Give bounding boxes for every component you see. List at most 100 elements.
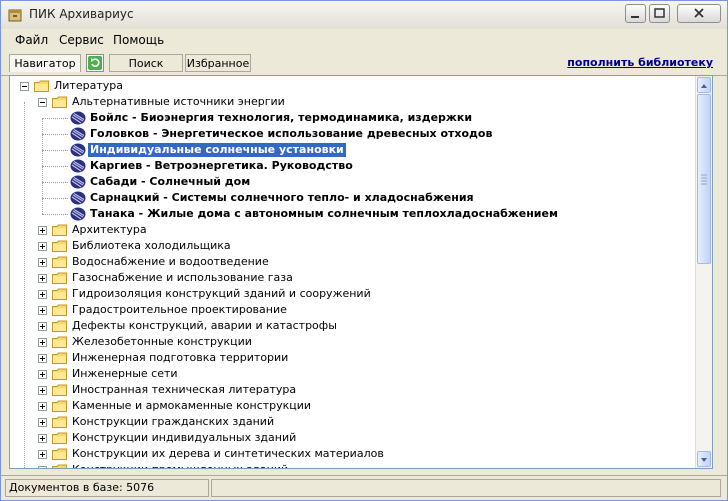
folder-icon <box>52 400 67 412</box>
navigator-tree-panel: Литература Альтернативные источники энерг… <box>9 75 713 469</box>
grip-icon <box>701 174 707 185</box>
folder-icon <box>52 240 67 252</box>
tree-item-label: Водоснабжение и водоотведение <box>72 255 269 268</box>
scroll-down-button[interactable] <box>697 451 711 467</box>
tree-folder-item[interactable]: Водоснабжение и водоотведение <box>10 254 696 270</box>
tree-folder-item[interactable]: Железобетонные конструкции <box>10 334 696 350</box>
tree-folder-item[interactable]: Альтернативные источники энергии <box>10 94 696 110</box>
expand-icon[interactable] <box>38 434 47 443</box>
status-bar: Документов в базе: 5076 <box>1 475 727 500</box>
tree-folder-item[interactable]: Газоснабжение и использование газа <box>10 270 696 286</box>
tree-folder-item[interactable]: Конструкции гражданских зданий <box>10 414 696 430</box>
minimize-button[interactable] <box>625 4 646 23</box>
expand-icon[interactable] <box>38 418 47 427</box>
folder-icon <box>52 320 67 332</box>
folder-icon <box>52 416 67 428</box>
tree-folder-item[interactable]: Конструкции их дерева и синтетических ма… <box>10 446 696 462</box>
tree-folder-item[interactable]: Конструкции индивидуальных зданий <box>10 430 696 446</box>
folder-icon <box>52 304 67 316</box>
tree-item-label: Каргиев - Ветроэнергетика. Руководство <box>90 159 353 172</box>
tree-document-item[interactable]: Головков - Энергетическое использование … <box>10 126 696 142</box>
tree-item-label: Гидроизоляция конструкций зданий и соору… <box>72 287 371 300</box>
menu-service[interactable]: Сервис <box>59 33 104 47</box>
folder-icon <box>52 352 67 364</box>
add-library-link[interactable]: пополнить библиотеку <box>567 56 713 69</box>
refresh-icon <box>88 56 102 70</box>
tree-folder-item[interactable]: Гидроизоляция конструкций зданий и соору… <box>10 286 696 302</box>
expand-icon[interactable] <box>38 370 47 379</box>
expand-icon[interactable] <box>38 274 47 283</box>
tree-item-label: Дефекты конструкций, аварии и катастрофы <box>72 319 337 332</box>
tree-document-item[interactable]: Бойлс - Биоэнергия технология, термодина… <box>10 110 696 126</box>
tree-document-item[interactable]: Сарнацкий - Системы солнечного тепло- и … <box>10 190 696 206</box>
navigator-tree[interactable]: Литература Альтернативные источники энерг… <box>10 76 696 468</box>
app-window: ПИК Архивариус Файл Сервис Помощь Навига… <box>0 0 728 501</box>
tree-document-item[interactable]: Сабади - Солнечный дом <box>10 174 696 190</box>
tree-folder-item[interactable]: Каменные и армокаменные конструкции <box>10 398 696 414</box>
document-book-icon <box>70 175 86 189</box>
tree-folder-item[interactable]: Архитектура <box>10 222 696 238</box>
scroll-up-button[interactable] <box>697 77 711 93</box>
tree-folder-item[interactable]: Дефекты конструкций, аварии и катастрофы <box>10 318 696 334</box>
expand-icon[interactable] <box>38 306 47 315</box>
expand-icon[interactable] <box>38 322 47 331</box>
expand-icon[interactable] <box>38 402 47 411</box>
tree-folder-item[interactable]: Инженерная подготовка территории <box>10 350 696 366</box>
vertical-scrollbar[interactable] <box>695 76 712 468</box>
tree-item-label: Сабади - Солнечный дом <box>90 175 251 188</box>
tab-navigator[interactable]: Навигатор <box>9 54 81 72</box>
folder-icon <box>52 256 67 268</box>
archive-app-icon <box>8 9 22 22</box>
refresh-button[interactable] <box>86 54 104 72</box>
menu-bar: Файл Сервис Помощь <box>1 29 727 51</box>
tree-item-label: Инженерная подготовка территории <box>72 351 289 364</box>
collapse-icon[interactable] <box>20 82 29 91</box>
tree-folder-item[interactable]: Иностранная техническая литература <box>10 382 696 398</box>
tree-folder-item[interactable]: Инженерные сети <box>10 366 696 382</box>
tree-folder-item[interactable]: Конструкции промышленных зданий <box>10 462 696 468</box>
menu-file[interactable]: Файл <box>15 33 48 47</box>
folder-icon <box>52 432 67 444</box>
document-book-icon <box>70 159 86 173</box>
arrow-down-icon <box>701 458 707 462</box>
expand-icon[interactable] <box>38 466 47 468</box>
tree-connector-line <box>24 102 25 468</box>
close-button[interactable] <box>677 4 721 23</box>
expand-icon[interactable] <box>38 450 47 459</box>
tree-connector-line <box>42 214 68 215</box>
tab-search[interactable]: Поиск <box>109 54 183 72</box>
title-bar[interactable]: ПИК Архивариус <box>1 1 727 30</box>
tree-connector-line <box>42 150 68 151</box>
expand-icon[interactable] <box>38 258 47 267</box>
expand-icon[interactable] <box>38 226 47 235</box>
tree-item-label: Литература <box>54 79 123 92</box>
expand-icon[interactable] <box>38 242 47 251</box>
close-icon <box>694 8 704 18</box>
document-book-icon <box>70 191 86 205</box>
tree-folder-item[interactable]: Библиотека холодильщика <box>10 238 696 254</box>
tree-folder-item[interactable]: Градостроительное проектирование <box>10 302 696 318</box>
tree-folder-item[interactable]: Литература <box>10 78 696 94</box>
tree-document-item[interactable]: Индивидуальные солнечные установки <box>10 142 696 158</box>
expand-icon[interactable] <box>38 354 47 363</box>
tree-item-label: Конструкции гражданских зданий <box>72 415 275 428</box>
maximize-button[interactable] <box>649 4 670 23</box>
tree-document-item[interactable]: Каргиев - Ветроэнергетика. Руководство <box>10 158 696 174</box>
scroll-thumb[interactable] <box>697 94 711 264</box>
tree-item-label: Бойлс - Биоэнергия технология, термодина… <box>90 111 473 124</box>
tree-document-item[interactable]: Танака - Жилые дома с автономным солнечн… <box>10 206 696 222</box>
tree-item-label: Каменные и армокаменные конструкции <box>72 399 312 412</box>
tab-favorites[interactable]: Избранное <box>185 54 251 72</box>
tree-item-label: Танака - Жилые дома с автономным солнечн… <box>90 207 558 220</box>
document-book-icon <box>70 111 86 125</box>
menu-help[interactable]: Помощь <box>113 33 164 47</box>
folder-icon <box>52 448 67 460</box>
expand-icon[interactable] <box>38 386 47 395</box>
collapse-icon[interactable] <box>38 98 47 107</box>
tree-item-label: Конструкции их дерева и синтетических ма… <box>72 447 384 460</box>
folder-icon <box>34 80 49 92</box>
tree-item-label: Архитектура <box>72 223 147 236</box>
tree-connector-line <box>42 198 68 199</box>
expand-icon[interactable] <box>38 290 47 299</box>
expand-icon[interactable] <box>38 338 47 347</box>
